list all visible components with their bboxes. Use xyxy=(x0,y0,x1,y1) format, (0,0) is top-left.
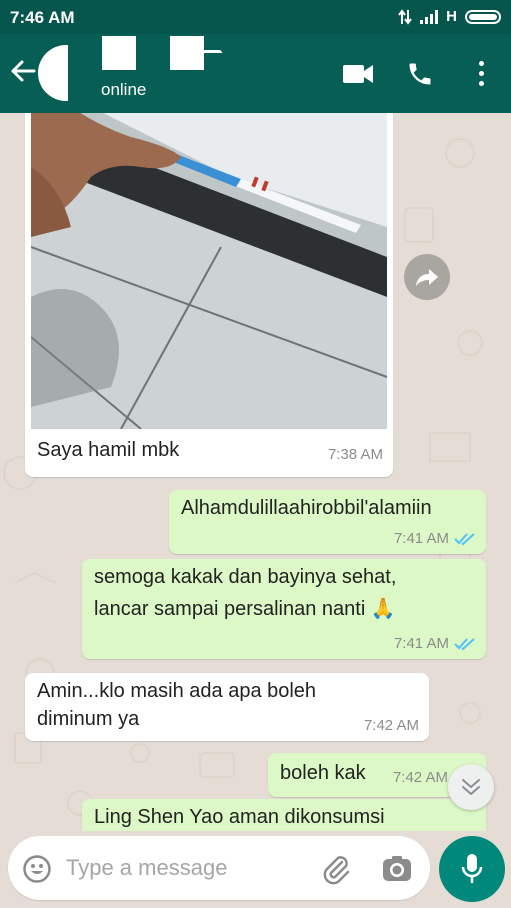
message-time: 7:41 AM xyxy=(393,635,449,652)
video-call-icon xyxy=(343,64,373,83)
message-input[interactable] xyxy=(66,850,306,886)
message-text-line: lancar sampai persalinan nanti 🙏 xyxy=(94,598,396,620)
mic-icon xyxy=(461,854,483,883)
message-text-line: Amin...klo masih ada apa boleh xyxy=(37,680,317,702)
battery-icon xyxy=(465,9,501,24)
message-text: boleh kak xyxy=(280,762,366,784)
message-list[interactable]: Saya hamil mbk 7:38 AM Alhamdulillaahiro… xyxy=(0,113,511,831)
composer-bar xyxy=(0,831,511,908)
outgoing-message[interactable]: semoga kakak dan bayinya sehat, lancar s… xyxy=(82,559,486,659)
network-type: H xyxy=(446,8,457,25)
message-meta: 7:41 AM xyxy=(394,635,476,652)
video-call-button[interactable] xyxy=(327,34,389,113)
emoji-icon[interactable] xyxy=(22,854,52,884)
message-meta: 7:41 AM xyxy=(394,530,476,547)
message-text: Saya hamil mbk xyxy=(37,439,180,461)
attach-icon[interactable] xyxy=(320,853,352,885)
redacted-name-fragment xyxy=(202,50,222,56)
more-options-icon xyxy=(478,61,484,86)
message-text-line: semoga kakak dan bayinya sehat, xyxy=(94,566,397,588)
message-photo[interactable] xyxy=(31,113,387,429)
more-options-button[interactable] xyxy=(451,34,511,113)
message-text-line: diminum ya xyxy=(37,708,140,730)
status-bar: 7:46 AM H xyxy=(0,0,511,34)
redacted-name-block xyxy=(170,36,204,70)
double-check-icon xyxy=(454,637,475,650)
pregnancy-test-photo xyxy=(31,113,387,429)
status-time: 7:46 AM xyxy=(10,8,75,27)
double-check-icon xyxy=(454,532,475,545)
scroll-to-bottom-button[interactable] xyxy=(448,764,494,810)
phone-icon xyxy=(409,63,431,84)
message-time: 7:38 AM xyxy=(327,446,383,463)
scroll-down-icon xyxy=(462,779,480,795)
forward-button[interactable] xyxy=(404,254,450,300)
outgoing-message[interactable]: Ling Shen Yao aman dikonsumsi xyxy=(82,799,486,831)
data-transfer-icon xyxy=(398,8,412,25)
message-text: Ling Shen Yao aman dikonsumsi xyxy=(94,806,385,828)
message-time: 7:42 AM xyxy=(392,769,448,786)
composer-box xyxy=(8,836,430,900)
message-time: 7:41 AM xyxy=(393,530,449,547)
camera-icon[interactable] xyxy=(382,854,412,884)
incoming-message[interactable]: Amin...klo masih ada apa boleh diminum y… xyxy=(25,673,429,741)
mic-button[interactable] xyxy=(439,836,505,902)
incoming-photo-message[interactable]: Saya hamil mbk 7:38 AM xyxy=(25,113,393,477)
back-arrow-icon[interactable] xyxy=(8,56,38,86)
outgoing-message[interactable]: Alhamdulillaahirobbil'alamiin 7:41 AM xyxy=(169,490,486,554)
status-indicators: H xyxy=(398,8,501,25)
chat-header: online xyxy=(0,34,511,113)
voice-call-button[interactable] xyxy=(389,34,451,113)
contact-avatar[interactable] xyxy=(38,45,92,101)
forward-icon xyxy=(416,269,438,286)
message-text: Alhamdulillaahirobbil'alamiin xyxy=(181,497,432,519)
signal-icon xyxy=(420,9,439,24)
redacted-name-block xyxy=(102,36,136,70)
message-time: 7:42 AM xyxy=(363,717,419,734)
contact-status[interactable]: online xyxy=(101,80,146,100)
